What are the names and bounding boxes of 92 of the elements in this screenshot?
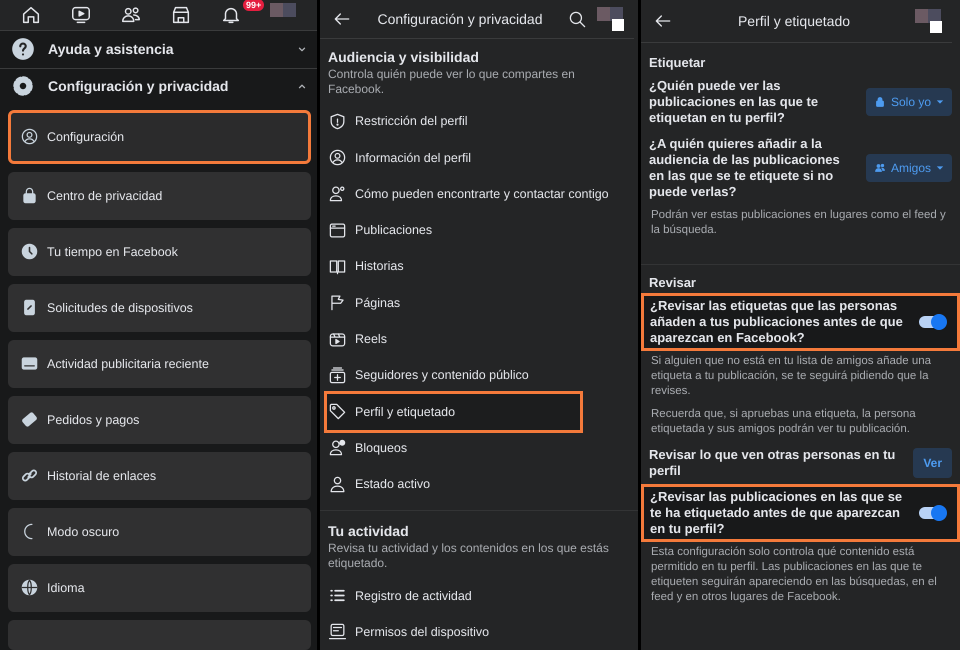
card-label: Actividad publicitaria reciente bbox=[47, 356, 209, 371]
view-button[interactable]: Ver bbox=[913, 448, 952, 478]
user-circle-icon bbox=[20, 127, 39, 146]
setting-question: ¿A quién quieres añadir a la audiencia de las publicaciones en las que se te etiquete si no puede verlas? bbox=[649, 136, 841, 200]
item-label: Perfil y etiquetado bbox=[355, 404, 456, 419]
menu-card[interactable]: Modo oscuro bbox=[8, 508, 311, 556]
settings-item[interactable]: Seguidores y contenido público bbox=[328, 357, 630, 394]
help-text: Podrán ver estas publicaciones en lugares como el feed y la búsqueda. bbox=[651, 208, 947, 238]
settings-item[interactable]: Restricción del perfil bbox=[328, 103, 630, 140]
audience-dropdown[interactable]: Amigos bbox=[866, 154, 952, 182]
settings-item[interactable]: Historias bbox=[328, 248, 630, 285]
item-label: Cómo pueden encontrarte y contactar contigo bbox=[355, 186, 609, 201]
menu-card[interactable]: Configuración bbox=[8, 110, 311, 164]
person-icon bbox=[328, 474, 347, 494]
item-label: Estado activo bbox=[355, 477, 430, 492]
card-label: Configuración bbox=[47, 130, 124, 144]
menu-card[interactable]: Solicitudes de dispositivos bbox=[8, 284, 311, 332]
menu-card[interactable]: Historial de enlaces bbox=[8, 452, 311, 500]
person-icon bbox=[328, 438, 347, 458]
section-label: Ayuda y asistencia bbox=[48, 41, 175, 58]
settings-item[interactable]: Permisos del dispositivo bbox=[328, 614, 630, 650]
avatar-icon[interactable] bbox=[915, 9, 942, 33]
section-heading: Tu actividad bbox=[328, 523, 410, 540]
screen-title: Configuración y privacidad bbox=[376, 11, 544, 28]
menu-card[interactable]: Actividad publicitaria reciente bbox=[8, 340, 311, 388]
people-icon bbox=[874, 162, 886, 174]
setting-question: ¿Quién puede ver las publicaciones en las que te etiquetan en tu perfil? bbox=[649, 78, 820, 126]
settings-item[interactable]: Registro de actividad bbox=[328, 577, 630, 614]
item-label: Información del perfil bbox=[355, 150, 472, 165]
section-heading: Audiencia y visibilidad bbox=[328, 49, 480, 66]
settings-item[interactable]: Publicaciones bbox=[328, 212, 630, 248]
device-icon bbox=[328, 622, 347, 642]
notification-badge: 99+ bbox=[243, 0, 264, 12]
item-label: Historias bbox=[355, 259, 404, 274]
item-label: Seguidores y contenido público bbox=[355, 368, 529, 382]
card-label: Solicitudes de dispositivos bbox=[47, 300, 193, 315]
menu-section[interactable]: Ayuda y asistencia bbox=[0, 31, 317, 68]
settings-item[interactable]: Reels bbox=[328, 320, 630, 358]
question-icon bbox=[10, 36, 36, 62]
card-label: Idioma bbox=[47, 580, 85, 595]
item-label: Páginas bbox=[355, 296, 400, 310]
toggle-switch[interactable] bbox=[919, 316, 945, 328]
card-label: Tu tiempo en Facebook bbox=[47, 244, 178, 259]
help-text: Esta configuración solo controla qué contenido está permitido en tu perfil. Las publicaciones en las que te etiqueten seguirán apareciendo en las búsquedas, en el feed y en otros lugares de Facebook. bbox=[651, 545, 938, 605]
settings-item[interactable]: Bloqueos bbox=[328, 430, 630, 466]
setting-question: ¿Revisar las etiquetas que las personas añaden a tus publicaciones antes de que aparezcan en Facebook? bbox=[650, 298, 904, 346]
menu-section[interactable]: Configuración y privacidad bbox=[0, 68, 317, 104]
card-label: Historial de enlaces bbox=[47, 468, 156, 483]
item-label: Reels bbox=[355, 332, 387, 346]
tag-icon bbox=[328, 402, 347, 422]
toggle-switch[interactable] bbox=[919, 507, 945, 519]
search-button[interactable] bbox=[568, 10, 587, 29]
section-description: Controla quién puede ver lo que compartes en Facebook. bbox=[328, 67, 576, 98]
screen-title: Perfil y etiquetado bbox=[736, 13, 852, 29]
menu-card[interactable]: Pedidos y pagos bbox=[8, 396, 311, 444]
person-icon bbox=[328, 184, 347, 204]
card-label: Centro de privacidad bbox=[47, 188, 162, 203]
settings-item[interactable]: Cómo pueden encontrarte y contactar contigo bbox=[328, 176, 630, 212]
caret-icon bbox=[936, 98, 944, 106]
setting-question: ¿Revisar las publicaciones en las que se te ha etiquetado antes de que aparezcan en tu perfil? bbox=[650, 489, 904, 537]
menu-card[interactable]: Idioma bbox=[8, 564, 311, 612]
section-heading: Etiquetar bbox=[649, 55, 706, 70]
globe-icon bbox=[20, 578, 39, 598]
caret-icon bbox=[936, 164, 944, 172]
menu-card[interactable]: Tu tiempo en Facebook bbox=[8, 228, 311, 276]
search-icon bbox=[568, 10, 587, 29]
audience-dropdown[interactable]: Solo yo bbox=[866, 88, 952, 116]
item-label: Bloqueos bbox=[355, 440, 408, 455]
menu-card[interactable]: Centro de privacidad bbox=[8, 172, 311, 220]
item-label: Registro de actividad bbox=[355, 588, 472, 603]
item-label: Restricción del perfil bbox=[355, 114, 468, 128]
card-label: Pedidos y pagos bbox=[47, 412, 140, 427]
settings-item[interactable]: Páginas bbox=[328, 284, 630, 321]
item-label: Publicaciones bbox=[355, 223, 432, 238]
help-text: Si alguien que no está en tu lista de amigos añade una etiqueta a tu publicación, se te seguirá pidiendo que la revises. bbox=[651, 354, 932, 399]
card-label: Modo oscuro bbox=[47, 524, 120, 539]
lock-icon bbox=[874, 96, 886, 108]
help-text: Recuerda que, si apruebas una etiqueta, la persona etiquetada y sus amigos podrán ver tu publicación. bbox=[651, 407, 917, 437]
settings-item[interactable]: Estado activo bbox=[328, 466, 630, 502]
plus-box-icon bbox=[328, 366, 347, 385]
shield-icon bbox=[328, 112, 347, 131]
setting-question: Revisar lo que ven otras personas en tu perfil bbox=[649, 447, 896, 479]
settings-item[interactable]: Perfil y etiquetado bbox=[327, 394, 580, 430]
section-label: Configuración y privacidad bbox=[48, 78, 230, 94]
avatar-icon[interactable] bbox=[597, 7, 624, 32]
settings-item[interactable]: Información del perfil bbox=[328, 139, 630, 176]
section-heading: Revisar bbox=[649, 275, 697, 290]
clock-icon bbox=[20, 242, 39, 262]
user-circle-icon bbox=[328, 148, 347, 168]
item-label: Permisos del dispositivo bbox=[355, 624, 490, 639]
section-description: Revisa tu actividad y los contenidos en los que estás etiquetado. bbox=[328, 541, 610, 572]
window-icon bbox=[328, 220, 347, 240]
